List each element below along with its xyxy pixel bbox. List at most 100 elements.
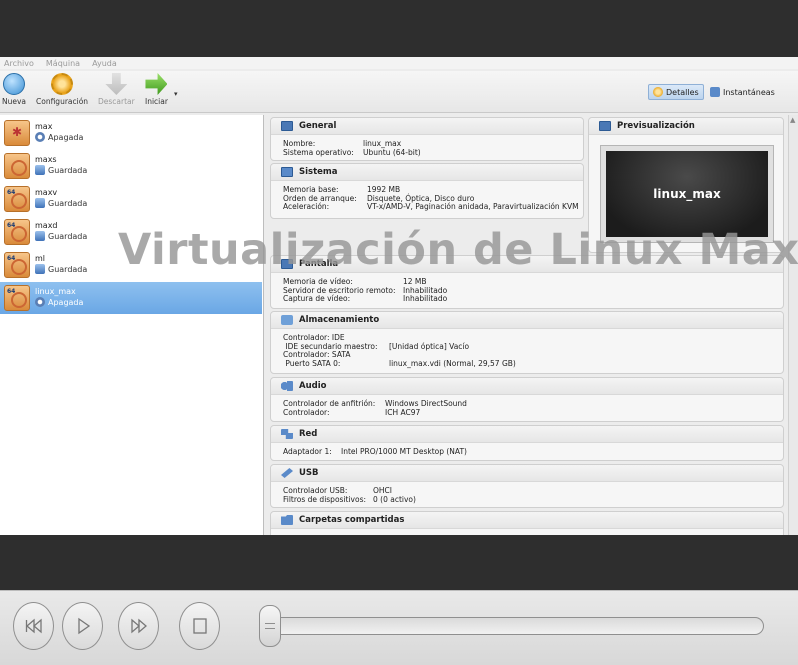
new-vm-label: Nueva [2,97,27,106]
details-scrollbar[interactable]: ▲ [788,115,798,535]
vm-list: max Apagada maxs Guardada 64 maxv Guarda… [0,115,264,535]
vm-state: Guardada [48,198,88,208]
row-key: Adaptador 1: [283,447,332,456]
vm-state: Apagada [48,132,84,142]
row-value: VT-x/AMD-V, Paginación anidada, Paravirt… [367,202,579,211]
snapshots-label: Instantáneas [723,87,775,97]
vm-name: ml [35,254,46,263]
vm-name: maxv [35,188,58,197]
vm-item-maxv[interactable]: 64 maxv Guardada [0,183,262,215]
seek-bar-handle[interactable] [259,605,281,647]
section-general: General Nombre: linux_max Sistema operati… [270,117,584,161]
section-sistema: Sistema Memoria base: 1992 MB Orden de ar… [270,163,584,219]
menu-bar: Archivo Máquina Ayuda [0,57,798,69]
fast-forward-icon [130,618,147,634]
section-preview-header[interactable]: Previsualización [589,118,783,135]
general-monitor-icon [281,121,293,131]
vm-item-max[interactable]: max Apagada [0,117,262,149]
ubuntu-icon [4,153,30,179]
vm-state: Guardada [48,165,88,175]
section-title: Almacenamiento [299,315,380,325]
row-key: Controlador: [283,407,330,417]
details-label: Detalles [666,87,699,97]
section-audio-header[interactable]: Audio [271,378,783,395]
rewind-icon [25,618,42,634]
stop-button[interactable] [179,602,220,650]
section-red-header[interactable]: Red [271,426,783,443]
os-64-badge: 64 [7,189,16,196]
section-audio: Audio Controlador de anfitrión: Windows D… [270,377,784,422]
ubuntu-64-icon: 64 [4,285,30,311]
powered-off-icon [35,132,45,142]
stop-icon [192,618,207,634]
section-almacenamiento: Almacenamiento Controlador: IDE IDE secu… [270,311,784,374]
video-bottom-letterbox [0,535,798,590]
saved-state-icon [35,165,45,175]
section-almacenamiento-header[interactable]: Almacenamiento [271,312,783,329]
virtualbox-manager-window: Archivo Máquina Ayuda Nueva Configuració… [0,57,798,535]
section-usb-header[interactable]: USB [271,465,783,482]
section-carpetas: Carpetas compartidas [270,511,784,535]
start-button[interactable]: Iniciar [145,73,168,106]
seek-bar-track[interactable] [268,617,764,635]
vm-name: maxs [35,155,57,164]
gear-icon [51,73,74,95]
vm-name: max [35,122,53,131]
discard-button[interactable]: Descartar [98,73,135,106]
menu-ayuda[interactable]: Ayuda [92,59,117,68]
section-title: Audio [299,381,327,391]
settings-button[interactable]: Configuración [36,73,88,106]
ubuntu-64-icon: 64 [4,219,30,245]
vm-state: Apagada [48,297,84,307]
system-chip-icon [281,167,293,177]
preview-monitor-icon [599,121,611,131]
vm-item-maxs[interactable]: maxs Guardada [0,150,262,182]
main-toolbar: Nueva Configuración Descartar Iniciar ▾ … [0,71,798,113]
settings-label: Configuración [36,97,89,106]
start-label: Iniciar [145,97,168,106]
section-red: Red Adaptador 1: Intel PRO/1000 MT Deskto… [270,425,784,461]
scroll-up-arrow-icon[interactable]: ▲ [790,116,795,124]
row-key: Puerto SATA 0: [283,358,341,368]
row-key: Captura de vídeo: [283,294,351,303]
discard-arrow-icon [105,73,128,95]
menu-maquina[interactable]: Máquina [46,59,80,68]
row-value: ICH AC97 [385,407,421,417]
snapshots-toggle-button[interactable]: Instantáneas [710,84,775,100]
section-sistema-header[interactable]: Sistema [271,164,583,181]
rewind-button[interactable] [13,602,54,650]
media-player-controls [0,590,798,665]
network-icon [281,429,293,439]
video-top-letterbox [0,0,798,57]
section-carpetas-header[interactable]: Carpetas compartidas [271,512,783,529]
section-general-header[interactable]: General [271,118,583,135]
play-button[interactable] [62,602,103,650]
storage-disk-icon [281,315,293,325]
generic-os-icon [4,120,30,146]
details-toggle-button[interactable]: Detalles [648,84,704,100]
ubuntu-64-icon: 64 [4,186,30,212]
speaker-icon [281,381,293,391]
os-64-badge: 64 [7,288,16,295]
snapshot-camera-icon [710,87,720,97]
discard-label: Descartar [98,97,135,106]
row-value: Ubuntu (64-bit) [363,147,421,157]
fast-forward-button[interactable] [118,602,159,650]
section-title: Sistema [299,167,338,177]
vm-state: Guardada [48,264,88,274]
new-vm-button[interactable]: Nueva [2,73,26,106]
vm-item-linux-max[interactable]: 64 linux_max Apagada [0,282,262,314]
menu-archivo[interactable]: Archivo [4,59,34,68]
row-value: [Unidad óptica] Vacío [389,341,470,351]
saved-state-icon [35,198,45,208]
start-arrow-icon [145,73,168,95]
ubuntu-64-icon: 64 [4,252,30,278]
section-title: USB [299,468,319,478]
os-64-badge: 64 [7,255,16,262]
saved-state-icon [35,264,45,274]
start-dropdown-icon[interactable]: ▾ [174,90,178,98]
usb-icon [281,468,293,478]
powered-off-icon [35,297,45,307]
row-value: linux_max.vdi (Normal, 29,57 GB) [389,358,516,368]
saved-state-icon [35,231,45,241]
